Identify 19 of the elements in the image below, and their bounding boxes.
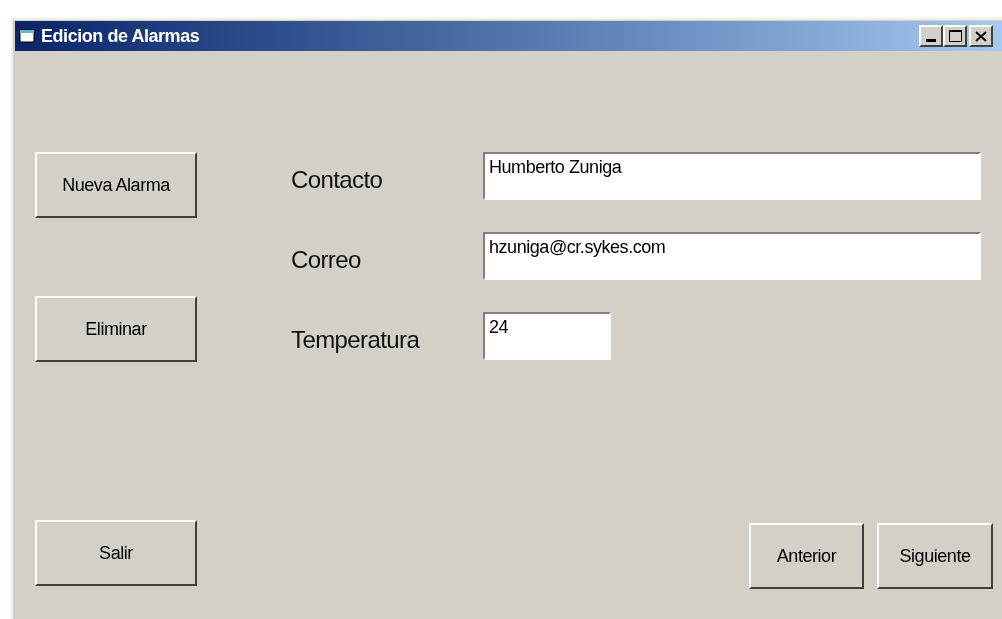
nav-button[interactable]: Siguiente	[877, 523, 993, 589]
exit-button[interactable]: Salir	[35, 520, 197, 586]
close-icon	[975, 30, 987, 42]
input-field[interactable]: 24	[483, 312, 611, 360]
action-button[interactable]: Nueva Alarma	[35, 152, 197, 218]
maximize-button[interactable]	[943, 25, 967, 47]
input-field[interactable]: hzuniga@cr.sykes.com	[483, 232, 981, 280]
window-app-icon	[19, 28, 37, 44]
field-label: Contacto	[291, 165, 384, 195]
input-field[interactable]: Humberto Zuniga	[483, 152, 981, 200]
minimize-icon	[926, 39, 936, 42]
nav-button[interactable]: Anterior	[749, 523, 864, 589]
field-label: Temperatura	[291, 325, 421, 355]
minimize-button[interactable]	[919, 25, 943, 47]
close-button[interactable]	[969, 25, 993, 47]
maximize-icon	[948, 30, 962, 42]
action-button[interactable]: Eliminar	[35, 296, 197, 362]
field-label: Correo	[291, 245, 362, 275]
window-title: Edicion de Alarmas	[41, 24, 200, 48]
